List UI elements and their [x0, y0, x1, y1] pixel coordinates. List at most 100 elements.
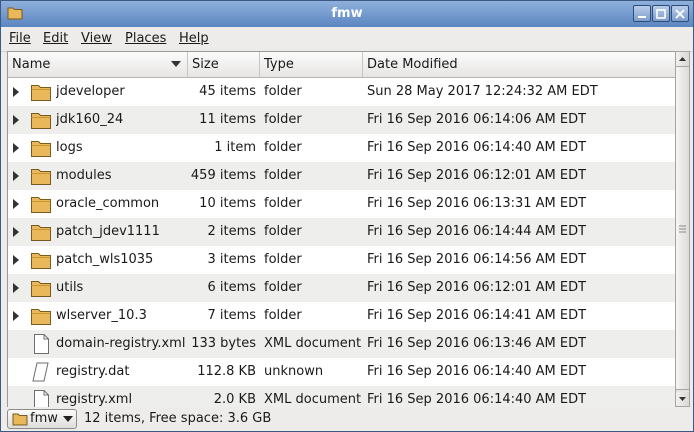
- file-row[interactable]: registry.dat 112.8 KB unknown Fri 16 Sep 20…: [8, 358, 676, 386]
- file-date-modified: Fri 16 Sep 2016 06:12:01 AM EDT: [367, 168, 587, 183]
- file-size: 112.8 KB: [197, 364, 256, 379]
- minimize-icon: [638, 16, 646, 18]
- close-icon: [675, 9, 685, 19]
- file-row[interactable]: jdk160_24 11 items folder Fri 16 Sep 2016 0…: [8, 106, 676, 134]
- arrow-up-icon: [679, 57, 686, 61]
- file-type: folder: [264, 252, 302, 267]
- close-button[interactable]: [671, 5, 689, 22]
- file-size: 133 bytes: [191, 336, 256, 351]
- folder-icon: [30, 138, 52, 158]
- folder-icon: [30, 250, 52, 270]
- file-date-modified: Sun 28 May 2017 12:24:32 AM EDT: [367, 84, 598, 99]
- file-row[interactable]: utils 6 items folder Fri 16 Sep 2016 06:12:…: [8, 274, 676, 302]
- file-size: 459 items: [190, 168, 256, 183]
- vertical-scrollbar[interactable]: [675, 51, 690, 407]
- file-name: utils: [56, 280, 84, 295]
- file-size: 1 item: [214, 140, 256, 155]
- file-date-modified: Fri 16 Sep 2016 06:14:44 AM EDT: [367, 224, 587, 239]
- folder-icon: [30, 166, 52, 186]
- menu-edit[interactable]: Edit: [43, 31, 68, 46]
- folder-icon: [30, 278, 52, 298]
- file-date-modified: Fri 16 Sep 2016 06:14:06 AM EDT: [367, 112, 587, 127]
- menu-file[interactable]: File: [9, 31, 31, 46]
- file-type: folder: [264, 196, 302, 211]
- scroll-up-button[interactable]: [676, 52, 689, 66]
- file-row[interactable]: registry.xml 2.0 KB XML document Fri 16 Sep…: [8, 386, 676, 408]
- scrollbar-thumb[interactable]: [676, 66, 689, 390]
- file-name: patch_wls1035: [56, 252, 154, 267]
- window-title: fmw: [331, 6, 363, 21]
- file-size: 11 items: [199, 112, 256, 127]
- expand-arrow-icon[interactable]: [13, 171, 19, 181]
- file-type: folder: [264, 84, 302, 99]
- file-row[interactable]: jdeveloper 45 items folder Sun 28 May 2017 …: [8, 78, 676, 106]
- file-date-modified: Fri 16 Sep 2016 06:14:40 AM EDT: [367, 364, 587, 379]
- file-row[interactable]: oracle_common 10 items folder Fri 16 Sep 20…: [8, 190, 676, 218]
- file-date-modified: Fri 16 Sep 2016 06:13:46 AM EDT: [367, 336, 587, 351]
- expand-arrow-icon[interactable]: [13, 283, 19, 293]
- column-header: Name Size Type Date Modified: [8, 52, 676, 78]
- file-name: logs: [56, 140, 83, 155]
- file-name: jdeveloper: [56, 84, 125, 99]
- file-name: registry.xml: [56, 392, 133, 407]
- menu-bar: File Edit View Places Help: [1, 27, 693, 52]
- file-type: folder: [264, 168, 302, 183]
- file-name: wlserver_10.3: [56, 308, 147, 323]
- folder-icon: [30, 110, 52, 130]
- scroll-down-button[interactable]: [676, 392, 689, 406]
- file-type: XML document: [264, 392, 362, 407]
- file-type: folder: [264, 140, 302, 155]
- file-date-modified: Fri 16 Sep 2016 06:14:40 AM EDT: [367, 392, 587, 407]
- title-bar[interactable]: fmw: [1, 1, 693, 27]
- location-dropdown[interactable]: fmw: [7, 409, 77, 429]
- expand-arrow-icon[interactable]: [13, 199, 19, 209]
- expand-arrow-icon[interactable]: [13, 87, 19, 97]
- file-size: 10 items: [199, 196, 256, 211]
- status-text: 12 items, Free space: 3.6 GB: [84, 411, 272, 426]
- file-type: unknown: [264, 364, 324, 379]
- folder-icon: [30, 82, 52, 102]
- folder-icon: [30, 222, 52, 242]
- file-size: 6 items: [207, 280, 256, 295]
- file-size: 3 items: [207, 252, 256, 267]
- file-name: jdk160_24: [56, 112, 124, 127]
- status-bar: fmw 12 items, Free space: 3.6 GB: [1, 407, 693, 431]
- file-row[interactable]: domain-registry.xml 133 bytes XML document…: [8, 330, 676, 358]
- file-list[interactable]: Name Size Type Date Modified jdeveloper 4…: [7, 51, 677, 409]
- expand-arrow-icon[interactable]: [13, 115, 19, 125]
- column-name-header[interactable]: Name: [8, 52, 188, 77]
- maximize-icon: [656, 9, 666, 19]
- file-size: 7 items: [207, 308, 256, 323]
- file-row[interactable]: logs 1 item folder Fri 16 Sep 2016 06:14:40…: [8, 134, 676, 162]
- arrow-down-icon: [679, 397, 686, 401]
- column-date-header[interactable]: Date Modified: [363, 52, 676, 77]
- file-date-modified: Fri 16 Sep 2016 06:13:31 AM EDT: [367, 196, 587, 211]
- column-type-header[interactable]: Type: [260, 52, 363, 77]
- file-name: patch_jdev1111: [56, 224, 160, 239]
- sort-descending-icon: [171, 61, 181, 67]
- column-size-header[interactable]: Size: [188, 52, 260, 77]
- file-type: folder: [264, 224, 302, 239]
- file-date-modified: Fri 16 Sep 2016 06:14:40 AM EDT: [367, 140, 587, 155]
- file-row[interactable]: patch_wls1035 3 items folder Fri 16 Sep 201…: [8, 246, 676, 274]
- chevron-down-icon: [63, 416, 73, 422]
- document-icon: [30, 334, 52, 354]
- file-name: registry.dat: [56, 364, 130, 379]
- minimize-button[interactable]: [633, 5, 651, 22]
- expand-arrow-icon[interactable]: [13, 255, 19, 265]
- expand-arrow-icon[interactable]: [13, 143, 19, 153]
- file-type: folder: [264, 308, 302, 323]
- folder-icon: [30, 194, 52, 214]
- maximize-button[interactable]: [652, 5, 670, 22]
- file-row[interactable]: wlserver_10.3 7 items folder Fri 16 Sep 201…: [8, 302, 676, 330]
- menu-view[interactable]: View: [81, 31, 112, 46]
- menu-places[interactable]: Places: [125, 31, 166, 46]
- location-label: fmw: [30, 411, 58, 426]
- expand-arrow-icon[interactable]: [13, 227, 19, 237]
- menu-help[interactable]: Help: [179, 31, 209, 46]
- file-row[interactable]: modules 459 items folder Fri 16 Sep 2016 06…: [8, 162, 676, 190]
- expand-arrow-icon[interactable]: [13, 311, 19, 321]
- file-name: domain-registry.xml: [56, 336, 186, 351]
- file-name: oracle_common: [56, 196, 160, 211]
- file-row[interactable]: patch_jdev1111 2 items folder Fri 16 Sep 20…: [8, 218, 676, 246]
